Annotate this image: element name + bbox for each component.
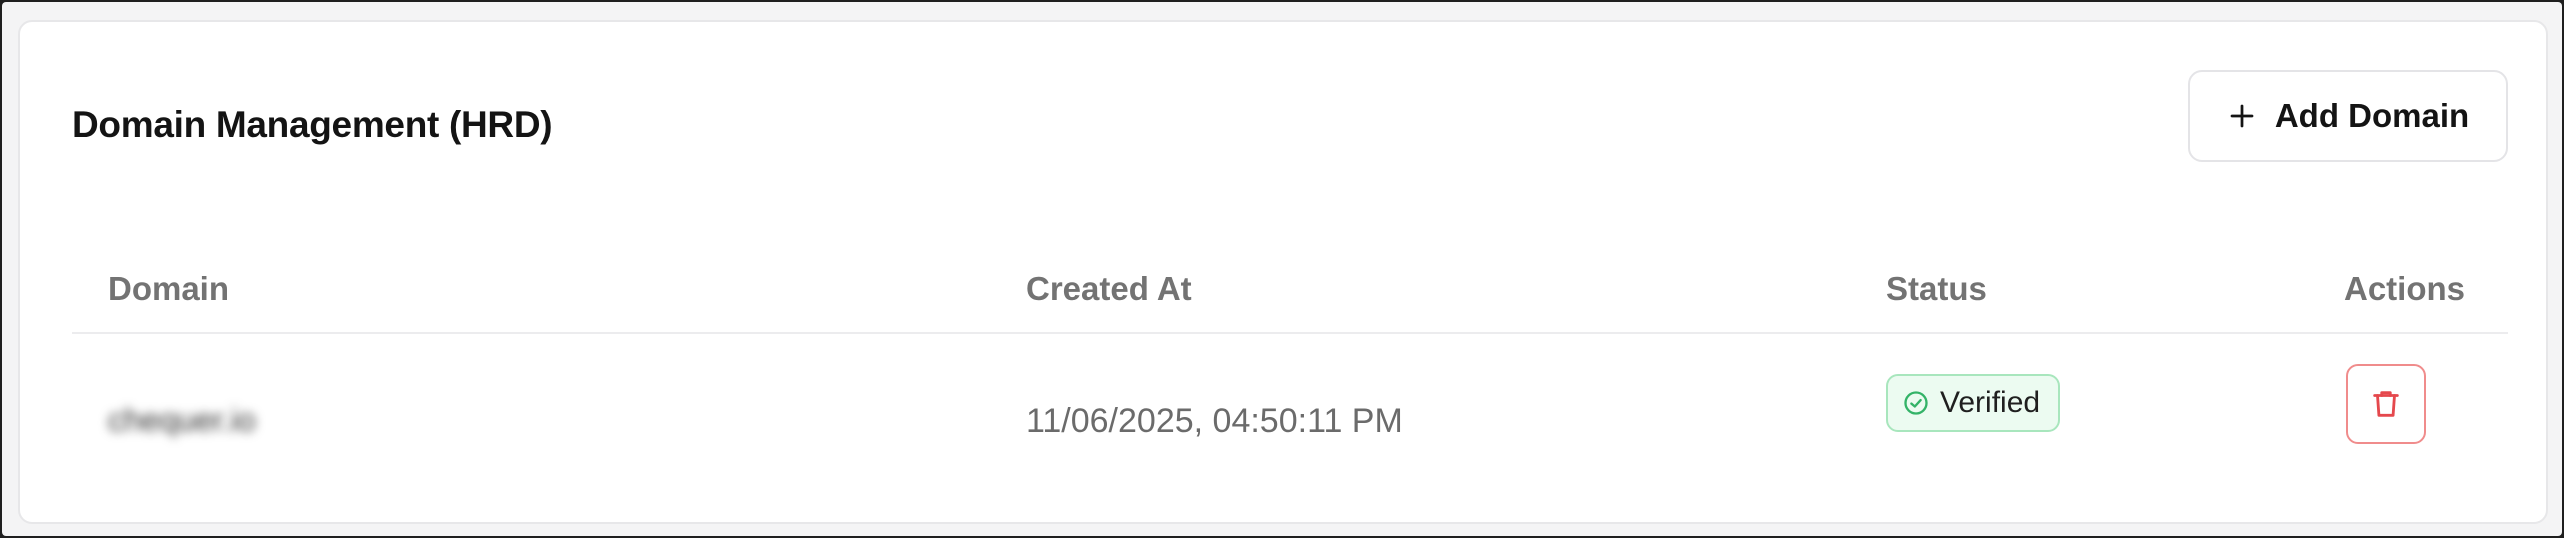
trash-icon — [2373, 391, 2399, 417]
column-header-status: Status — [1886, 270, 1987, 307]
column-header-actions: Actions — [2344, 270, 2466, 307]
column-header-created-at: Created At — [1026, 270, 1192, 307]
check-circle-icon — [1904, 391, 1928, 415]
add-domain-label: Add Domain — [2274, 97, 2470, 134]
domain-cell: chequer.io — [108, 402, 256, 438]
status-badge: Verified — [1886, 374, 2061, 432]
card-title: Domain Management (HRD) — [72, 104, 553, 145]
domain-management-card: Domain Management (HRD) Add Domain Domai… — [18, 20, 2548, 524]
delete-domain-button[interactable] — [2346, 364, 2426, 444]
created-at-cell: 11/06/2025, 04:50:11 PM — [1026, 402, 1403, 440]
status-badge-label: Verified — [1940, 386, 2041, 419]
table-header-divider — [72, 332, 2508, 334]
plus-icon — [2230, 104, 2254, 128]
add-domain-button[interactable]: Add Domain — [2188, 70, 2508, 162]
app-frame: Domain Management (HRD) Add Domain Domai… — [2, 2, 2562, 536]
column-header-domain: Domain — [108, 270, 230, 307]
